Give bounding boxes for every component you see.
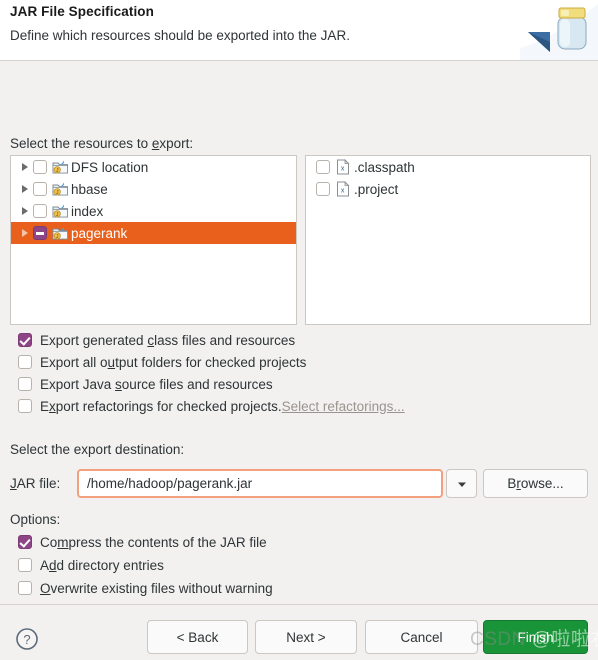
export-option-output-folders[interactable]: Export all output folders for checked pr…: [18, 352, 306, 372]
tree-row[interactable]: J hbase: [11, 178, 296, 200]
file-name-label: .classpath: [354, 159, 415, 175]
tree-checkbox[interactable]: [33, 204, 47, 218]
cancel-button-label: Cancel: [400, 629, 443, 645]
tree-item-label: hbase: [71, 181, 108, 197]
file-checkbox[interactable]: [316, 182, 330, 196]
option-compress-jar[interactable]: Compress the contents of the JAR file: [18, 532, 267, 552]
tree-item-label: DFS location: [71, 159, 149, 175]
option-checkbox[interactable]: [18, 535, 32, 549]
back-button-label: < Back: [176, 629, 219, 645]
resource-list-right[interactable]: x .classpath x .project: [305, 155, 591, 325]
java-project-icon: J: [50, 204, 70, 219]
export-option-java-source[interactable]: Export Java source files and resources: [18, 374, 273, 394]
xml-file-icon: x: [333, 159, 353, 175]
options-label: Options:: [10, 512, 61, 527]
java-project-icon: J: [50, 182, 70, 197]
resources-label: Select the resources to export:: [10, 136, 194, 151]
svg-text:x: x: [341, 188, 345, 195]
file-checkbox[interactable]: [316, 160, 330, 174]
option-label: Add directory entries: [40, 557, 164, 573]
export-option-checkbox[interactable]: [18, 355, 32, 369]
export-option-label: Export Java source files and resources: [40, 376, 273, 392]
expand-arrow-icon[interactable]: [17, 184, 33, 194]
list-item[interactable]: x .project: [306, 178, 590, 200]
option-overwrite-existing[interactable]: Overwrite existing files without warning: [18, 578, 273, 598]
java-project-icon: J: [50, 160, 70, 175]
export-option-checkbox[interactable]: [18, 377, 32, 391]
expand-arrow-icon[interactable]: [17, 206, 33, 216]
xml-file-icon: x: [333, 181, 353, 197]
export-option-checkbox[interactable]: [18, 399, 32, 413]
list-item[interactable]: x .classpath: [306, 156, 590, 178]
export-option-label: Export refactorings for checked projects…: [40, 398, 282, 414]
expand-arrow-icon[interactable]: [17, 228, 33, 238]
dialog-body: Select the resources to export: J DFS lo…: [0, 61, 598, 604]
finish-button[interactable]: Finish: [483, 620, 588, 654]
tree-row[interactable]: J index: [11, 200, 296, 222]
next-button[interactable]: Next >: [255, 620, 357, 654]
tree-checkbox[interactable]: [33, 160, 47, 174]
tree-checkbox[interactable]: [33, 182, 47, 196]
svg-text:x: x: [341, 166, 345, 173]
jar-file-history-dropdown[interactable]: [446, 469, 477, 498]
export-option-label: Export all output folders for checked pr…: [40, 354, 307, 370]
expand-arrow-icon[interactable]: [17, 162, 33, 172]
select-refactorings-link[interactable]: Select refactorings...: [282, 399, 405, 414]
back-button[interactable]: < Back: [147, 620, 248, 654]
jar-bottle-icon: [520, 0, 598, 60]
chevron-down-icon: [457, 476, 467, 491]
export-option-label: Export generated class files and resourc…: [40, 332, 296, 348]
page-title: JAR File Specification: [10, 4, 154, 19]
browse-button[interactable]: Browse...: [483, 469, 588, 498]
export-option-refactorings[interactable]: Export refactorings for checked projects…: [18, 396, 405, 416]
cancel-button[interactable]: Cancel: [365, 620, 478, 654]
option-checkbox[interactable]: [18, 558, 32, 572]
page-description: Define which resources should be exporte…: [10, 28, 350, 43]
option-label: Compress the contents of the JAR file: [40, 534, 267, 550]
export-option-checkbox[interactable]: [18, 333, 32, 347]
tree-checkbox-partial[interactable]: [33, 226, 47, 240]
export-option-class-files[interactable]: Export generated class files and resourc…: [18, 330, 295, 350]
dialog-header: JAR File Specification Define which reso…: [0, 0, 598, 61]
finish-button-label: Finish: [517, 629, 554, 645]
help-question-icon[interactable]: ?: [15, 627, 39, 651]
tree-row[interactable]: J DFS location: [11, 156, 296, 178]
tree-row-selected[interactable]: J pagerank: [11, 222, 296, 244]
next-button-label: Next >: [286, 629, 326, 645]
tree-item-label: index: [71, 203, 104, 219]
option-label: Overwrite existing files without warning: [40, 580, 273, 596]
option-add-directory-entries[interactable]: Add directory entries: [18, 555, 164, 575]
browse-button-label: Browse...: [507, 476, 564, 491]
destination-label: Select the export destination:: [10, 442, 185, 457]
option-checkbox[interactable]: [18, 581, 32, 595]
jar-file-input[interactable]: [77, 469, 443, 498]
svg-text:?: ?: [23, 632, 30, 647]
file-name-label: .project: [354, 181, 399, 197]
tree-item-label: pagerank: [71, 225, 128, 241]
jar-file-label: JAR file:: [10, 476, 61, 491]
resource-tree-left[interactable]: J DFS location J hbase J index J pageran…: [10, 155, 297, 325]
java-project-icon: J: [50, 226, 70, 241]
